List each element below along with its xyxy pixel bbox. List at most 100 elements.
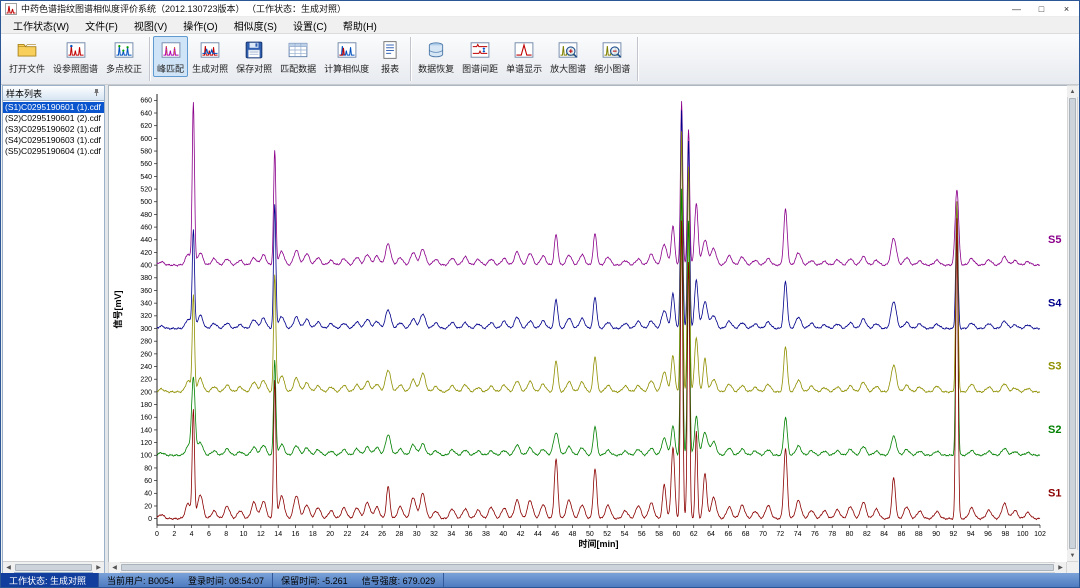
scroll-right-icon[interactable]: ▶ xyxy=(1055,562,1066,573)
menu-item[interactable]: 工作状态(W) xyxy=(5,17,77,34)
toolbar-button-zoom-out[interactable]: 缩小图谱 xyxy=(590,36,634,77)
svg-text:560: 560 xyxy=(140,161,152,168)
multipoint-calibration-icon xyxy=(114,39,134,61)
svg-text:70: 70 xyxy=(759,531,767,538)
svg-text:40: 40 xyxy=(144,491,152,498)
toolbar-button-label: 打开文件 xyxy=(9,62,45,75)
toolbar-button-label: 缩小图谱 xyxy=(594,62,630,75)
maximize-button[interactable]: □ xyxy=(1029,1,1054,16)
toolbar-button-label: 保存对照 xyxy=(236,62,272,75)
scroll-down-icon[interactable]: ▼ xyxy=(1067,550,1078,561)
toolbar-button-generate-reference[interactable]: 生成对照 xyxy=(188,36,232,77)
toolbar-button-save-reference[interactable]: 保存对照 xyxy=(232,36,276,77)
status-work-state: 工作状态: 生成对照 xyxy=(1,573,99,587)
toolbar-button-match-data[interactable]: 匹配数据 xyxy=(276,36,320,77)
scroll-left-icon[interactable]: ◀ xyxy=(3,562,14,573)
svg-text:26: 26 xyxy=(378,531,386,538)
svg-text:98: 98 xyxy=(1001,531,1009,538)
svg-text:48: 48 xyxy=(569,531,577,538)
svg-text:S4: S4 xyxy=(1048,297,1062,309)
toolbar-button-zoom-in[interactable]: 放大图谱 xyxy=(546,36,590,77)
svg-text:600: 600 xyxy=(140,136,152,143)
menu-item[interactable]: 操作(O) xyxy=(175,17,225,34)
scroll-left-icon[interactable]: ◀ xyxy=(109,562,120,573)
sample-list-scrollbar[interactable]: ◀ ▶ xyxy=(3,561,104,572)
close-button[interactable]: × xyxy=(1054,1,1079,16)
toolbar-button-multipoint-calibration[interactable]: 多点校正 xyxy=(102,36,146,77)
svg-text:200: 200 xyxy=(140,389,152,396)
menu-item[interactable]: 文件(F) xyxy=(77,17,126,34)
toolbar-button-calc-similarity[interactable]: 计算相似度 xyxy=(320,36,373,77)
scroll-right-icon[interactable]: ▶ xyxy=(93,562,104,573)
status-bar-filler xyxy=(444,573,1079,587)
svg-text:62: 62 xyxy=(690,531,698,538)
set-reference-icon xyxy=(66,39,86,61)
toolbar-button-peak-match[interactable]: 峰匹配 xyxy=(153,36,188,77)
match-data-icon xyxy=(288,39,308,61)
toolbar-button-set-reference[interactable]: 设参照图谱 xyxy=(49,36,102,77)
svg-text:540: 540 xyxy=(140,174,152,181)
sample-list-item[interactable]: (S3)C0295190602 (1).cdf xyxy=(3,124,104,135)
report-icon xyxy=(380,39,400,61)
data-restore-icon xyxy=(426,39,446,61)
menu-item[interactable]: 帮助(H) xyxy=(335,17,385,34)
svg-text:520: 520 xyxy=(140,186,152,193)
toolbar: 打开文件设参照图谱多点校正峰匹配生成对照保存对照匹配数据计算相似度报表数据恢复图… xyxy=(1,34,1079,85)
svg-text:10: 10 xyxy=(240,531,248,538)
sample-list-item[interactable]: (S2)C0295190601 (2).cdf xyxy=(3,113,104,124)
svg-text:280: 280 xyxy=(140,339,152,346)
menu-bar: 工作状态(W)文件(F)视图(V)操作(O)相似度(S)设置(C)帮助(H) xyxy=(1,17,1079,34)
scrollbar-thumb[interactable] xyxy=(121,564,1054,571)
toolbar-button-spectra-spacing[interactable]: 图谱间距 xyxy=(458,36,502,77)
toolbar-button-single-display[interactable]: 单谱显示 xyxy=(502,36,546,77)
peak-match-icon xyxy=(161,39,181,61)
status-signal-strength: 信号强度: 679.029 xyxy=(362,574,436,587)
toolbar-button-label: 数据恢复 xyxy=(418,62,454,75)
svg-text:78: 78 xyxy=(828,531,836,538)
svg-text:640: 640 xyxy=(140,110,152,117)
svg-text:480: 480 xyxy=(140,212,152,219)
sample-list-item[interactable]: (S5)C0295190604 (1).cdf xyxy=(3,146,104,157)
svg-text:52: 52 xyxy=(603,531,611,538)
toolbar-button-label: 匹配数据 xyxy=(280,62,316,75)
menu-item[interactable]: 设置(C) xyxy=(285,17,335,34)
status-retention-time: 保留时间: -5.261 xyxy=(281,574,348,587)
svg-text:2: 2 xyxy=(172,531,176,538)
toolbar-button-data-restore[interactable]: 数据恢复 xyxy=(414,36,458,77)
chart-vertical-scrollbar[interactable]: ▲ ▼ xyxy=(1067,85,1078,562)
svg-text:6: 6 xyxy=(207,531,211,538)
svg-text:88: 88 xyxy=(915,531,923,538)
svg-text:40: 40 xyxy=(499,531,507,538)
svg-text:82: 82 xyxy=(863,531,871,538)
menu-item[interactable]: 视图(V) xyxy=(126,17,175,34)
toolbar-button-label: 设参照图谱 xyxy=(53,62,98,75)
chart-horizontal-scrollbar[interactable]: ◀ ▶ xyxy=(108,562,1067,573)
scrollbar-thumb[interactable] xyxy=(15,564,92,571)
toolbar-button-label: 生成对照 xyxy=(192,62,228,75)
app-logo-icon xyxy=(5,3,17,15)
toolbar-button-label: 计算相似度 xyxy=(324,62,369,75)
svg-text:68: 68 xyxy=(742,531,750,538)
svg-text:16: 16 xyxy=(292,531,300,538)
window-controls: — □ × xyxy=(1004,1,1079,16)
scroll-up-icon[interactable]: ▲ xyxy=(1067,86,1078,97)
sample-list-item[interactable]: (S1)C0295190601 (1).cdf xyxy=(3,102,104,113)
pin-icon[interactable] xyxy=(92,88,101,99)
svg-text:30: 30 xyxy=(413,531,421,538)
chromatogram-chart[interactable]: 0204060801001201401601802002202402602803… xyxy=(109,86,1068,563)
svg-text:58: 58 xyxy=(655,531,663,538)
svg-text:24: 24 xyxy=(361,531,369,538)
toolbar-button-report[interactable]: 报表 xyxy=(373,36,407,77)
svg-text:180: 180 xyxy=(140,402,152,409)
svg-text:22: 22 xyxy=(344,531,352,538)
scrollbar-thumb[interactable] xyxy=(1069,98,1076,549)
svg-text:94: 94 xyxy=(967,531,975,538)
svg-text:460: 460 xyxy=(140,225,152,232)
sample-list-item[interactable]: (S4)C0295190603 (1).cdf xyxy=(3,135,104,146)
toolbar-button-open-file[interactable]: 打开文件 xyxy=(5,36,49,77)
menu-item[interactable]: 相似度(S) xyxy=(226,17,285,34)
main-area: 样本列表 (S1)C0295190601 (1).cdf(S2)C0295190… xyxy=(1,85,1079,573)
status-login-time: 登录时间: 08:54:07 xyxy=(188,574,264,587)
minimize-button[interactable]: — xyxy=(1004,1,1029,16)
svg-text:38: 38 xyxy=(482,531,490,538)
